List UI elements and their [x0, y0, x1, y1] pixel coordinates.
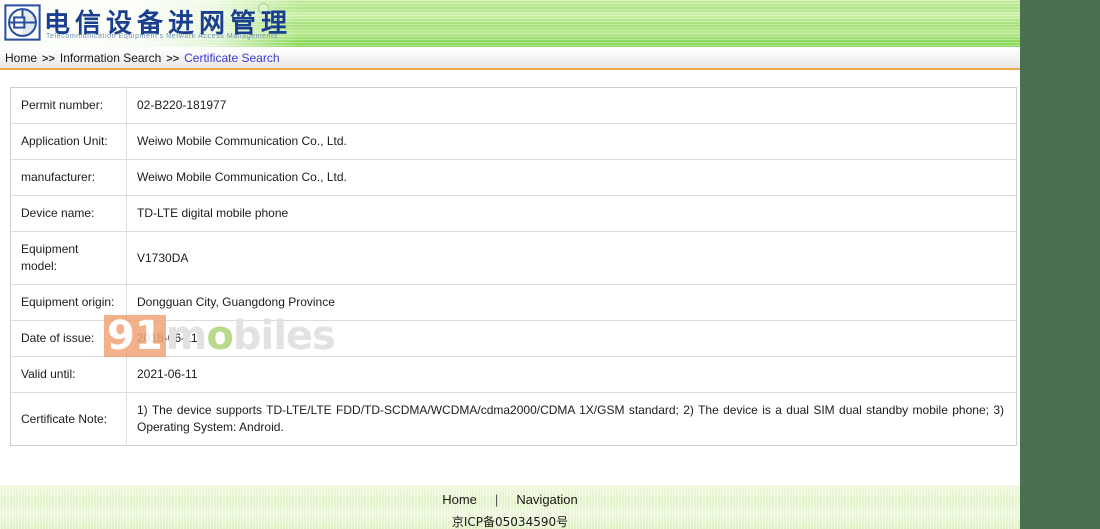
breadcrumb-item-information-search[interactable]: Information Search [58, 51, 163, 65]
footer-home-link[interactable]: Home [424, 492, 495, 507]
site-footer: Home | Navigation 京ICP备05034590号 [0, 485, 1020, 529]
row-value: 2021-06-11 [126, 356, 1017, 393]
row-label: Equipment origin: [10, 284, 127, 321]
footer-nav: Home | Navigation [0, 492, 1020, 507]
table-row: Valid until: 2021-06-11 [10, 356, 1017, 393]
table-row: Permit number: 02-B220-181977 [10, 87, 1017, 124]
site-title-en: Telecommunication Equipment's Network Ac… [46, 33, 278, 40]
row-label: Permit number: [10, 87, 127, 124]
row-value: TD-LTE digital mobile phone [126, 195, 1017, 232]
screen: 电信设备进网管理 Telecommunication Equipment's N… [0, 0, 1100, 529]
table-row: Application Unit: Weiwo Mobile Communica… [10, 123, 1017, 160]
row-value: Weiwo Mobile Communication Co., Ltd. [126, 159, 1017, 196]
row-label: Device name: [10, 195, 127, 232]
row-label: Valid until: [10, 356, 127, 393]
table-row: Equipment origin: Dongguan City, Guangdo… [10, 284, 1017, 321]
footer-navigation-link[interactable]: Navigation [498, 492, 595, 507]
table-row: Equipment model: V1730DA [10, 231, 1017, 285]
row-label: manufacturer: [10, 159, 127, 196]
row-value: 2018-06-11 [126, 320, 1017, 357]
row-label: Equipment model: [10, 231, 127, 285]
row-value: Dongguan City, Guangdong Province [126, 284, 1017, 321]
certificate-details-panel: Permit number: 02-B220-181977 Applicatio… [10, 87, 1017, 446]
page-content: 电信设备进网管理 Telecommunication Equipment's N… [0, 0, 1020, 529]
table-row: Certificate Note: 1) The device supports… [10, 392, 1017, 446]
breadcrumb-item-home[interactable]: Home [3, 51, 39, 65]
row-value: V1730DA [126, 231, 1017, 285]
row-label: Application Unit: [10, 123, 127, 160]
footer-icp-record: 京ICP备05034590号 [451, 515, 569, 529]
breadcrumb-item-certificate-search[interactable]: Certificate Search [182, 51, 281, 65]
row-label: Certificate Note: [10, 392, 127, 446]
table-row: manufacturer: Weiwo Mobile Communication… [10, 159, 1017, 196]
row-value: Weiwo Mobile Communication Co., Ltd. [126, 123, 1017, 160]
row-label: Date of issue: [10, 320, 127, 357]
row-value: 1) The device supports TD-LTE/LTE FDD/TD… [137, 403, 1004, 434]
table-row: Device name: TD-LTE digital mobile phone [10, 195, 1017, 232]
telecom-network-access-logo-icon [4, 4, 41, 41]
breadcrumb-bar: Home >> Information Search >> Certificat… [0, 47, 1020, 70]
breadcrumb-separator: >> [42, 53, 55, 65]
certificate-table: Permit number: 02-B220-181977 Applicatio… [10, 87, 1017, 446]
breadcrumb-separator: >> [166, 53, 180, 65]
table-row: Date of issue: 2018-06-11 [10, 320, 1017, 357]
breadcrumb: Home >> Information Search >> Certificat… [3, 47, 282, 68]
row-value: 02-B220-181977 [126, 87, 1017, 124]
site-header: 电信设备进网管理 Telecommunication Equipment's N… [0, 0, 1020, 47]
